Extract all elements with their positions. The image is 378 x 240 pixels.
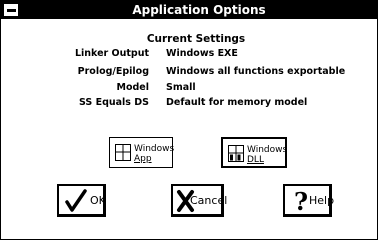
cancel-button[interactable]: Cancel (171, 184, 228, 217)
prolog-epilog-label: Prolog/Epilog (77, 66, 149, 77)
windows-app-label: Windows App (134, 144, 175, 164)
model-value: Small (166, 82, 196, 93)
ss-equals-ds-value: Default for memory model (166, 97, 308, 108)
application-options-dialog: Application Options Current Settings Lin… (0, 0, 378, 240)
windows-app-icon (115, 144, 131, 161)
windows-dll-label: Windows DLL (247, 145, 288, 165)
system-menu-icon[interactable] (3, 3, 19, 17)
model-label: Model (116, 82, 149, 93)
svg-text:?: ? (294, 189, 308, 213)
cancel-label: Cancel (190, 194, 228, 207)
ok-label: OK (90, 194, 106, 207)
ss-equals-ds-label: SS Equals DS (79, 97, 149, 108)
linker-output-value: Windows EXE (166, 48, 238, 59)
windows-dll-button[interactable]: Windows DLL (221, 137, 287, 168)
title-bar: Application Options (1, 1, 377, 19)
help-label: Help (309, 194, 335, 207)
window-title: Application Options (132, 3, 266, 17)
windows-dll-icon (228, 145, 244, 162)
current-settings-heading: Current Settings (146, 33, 246, 45)
linker-output-label: Linker Output (74, 48, 149, 59)
help-button[interactable]: ? Help (283, 184, 335, 217)
prolog-epilog-value: Windows all functions exportable (166, 66, 346, 77)
windows-app-button[interactable]: Windows App (109, 137, 175, 168)
checkmark-icon (65, 189, 87, 212)
ok-button[interactable]: OK (57, 184, 106, 217)
